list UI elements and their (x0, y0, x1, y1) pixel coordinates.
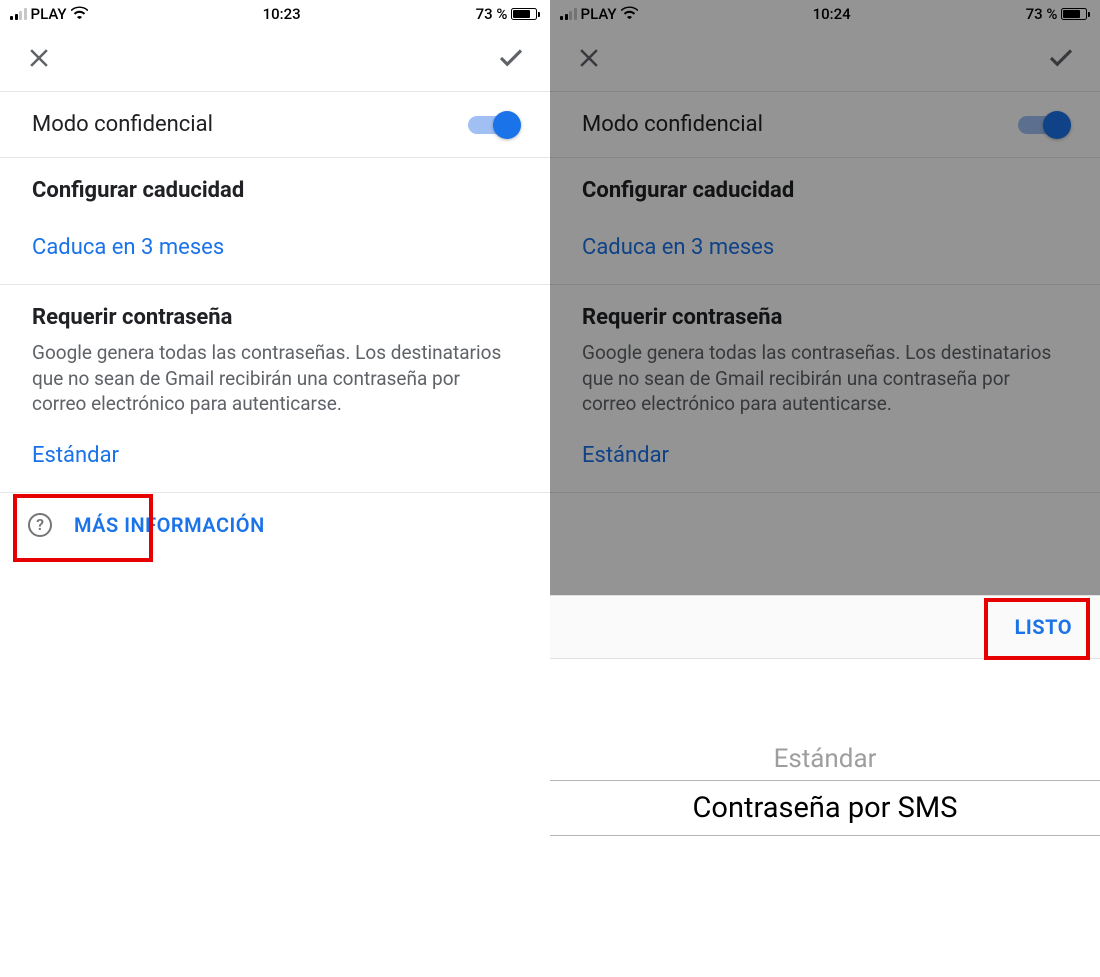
confidential-mode-label: Modo confidencial (32, 112, 213, 137)
clock: 10:24 (813, 5, 851, 23)
password-body: Google genera todas las contraseñas. Los… (32, 340, 518, 417)
header (550, 28, 1100, 92)
expiry-title: Configurar caducidad (582, 178, 1068, 203)
close-icon[interactable] (24, 43, 54, 77)
battery-pct: 73 % (1026, 5, 1058, 23)
battery-pct: 73 % (476, 5, 508, 23)
confidential-mode-row[interactable]: Modo confidencial (0, 92, 550, 158)
wifi-icon (621, 5, 638, 23)
picker-option-standard[interactable]: Estándar (550, 738, 1100, 780)
battery-icon (511, 8, 540, 20)
more-info-label: MÁS INFORMACIÓN (74, 513, 265, 537)
picker-option-sms[interactable]: Contraseña por SMS (550, 781, 1100, 835)
picker-wheel[interactable]: Estándar Contraseña por SMS (550, 738, 1100, 836)
expiry-section: Configurar caducidad Caduca en 3 meses (0, 158, 550, 285)
expiry-value[interactable]: Caduca en 3 meses (582, 231, 774, 264)
signal-icon (10, 8, 27, 20)
carrier-label: PLAY (31, 5, 67, 23)
wifi-icon (71, 5, 88, 23)
screen-left: PLAY 10:23 73 % Modo confidencial Config… (0, 0, 550, 977)
confidential-toggle[interactable] (468, 116, 518, 134)
status-left: PLAY (10, 5, 88, 23)
status-right: 73 % (476, 5, 540, 23)
status-bar: PLAY 10:23 73 % (0, 0, 550, 28)
picker-toolbar: LISTO (550, 595, 1100, 659)
status-bar: PLAY 10:24 73 % (550, 0, 1100, 28)
signal-icon (560, 8, 577, 20)
screen-right: PLAY 10:24 73 % Modo confidencial Config… (550, 0, 1100, 977)
picker-divider (550, 835, 1100, 836)
password-value[interactable]: Estándar (32, 439, 119, 472)
confirm-icon[interactable] (1046, 43, 1076, 77)
header (0, 28, 550, 92)
confirm-icon[interactable] (496, 43, 526, 77)
more-info-row[interactable]: ? MÁS INFORMACIÓN (0, 493, 550, 557)
close-icon[interactable] (574, 43, 604, 77)
confidential-toggle[interactable] (1018, 116, 1068, 134)
clock: 10:23 (263, 5, 301, 23)
carrier-label: PLAY (581, 5, 617, 23)
password-section: Requerir contraseña Google genera todas … (0, 285, 550, 493)
confidential-mode-label: Modo confidencial (582, 112, 763, 137)
password-section: Requerir contraseña Google genera todas … (550, 285, 1100, 493)
password-title: Requerir contraseña (32, 305, 518, 330)
done-button[interactable]: LISTO (1009, 611, 1078, 643)
battery-icon (1061, 8, 1090, 20)
help-icon: ? (28, 513, 52, 537)
status-left: PLAY (560, 5, 638, 23)
confidential-mode-row[interactable]: Modo confidencial (550, 92, 1100, 158)
status-right: 73 % (1026, 5, 1090, 23)
expiry-section: Configurar caducidad Caduca en 3 meses (550, 158, 1100, 285)
expiry-title: Configurar caducidad (32, 178, 518, 203)
password-value[interactable]: Estándar (582, 439, 669, 472)
password-title: Requerir contraseña (582, 305, 1068, 330)
expiry-value[interactable]: Caduca en 3 meses (32, 231, 224, 264)
password-body: Google genera todas las contraseñas. Los… (582, 340, 1068, 417)
